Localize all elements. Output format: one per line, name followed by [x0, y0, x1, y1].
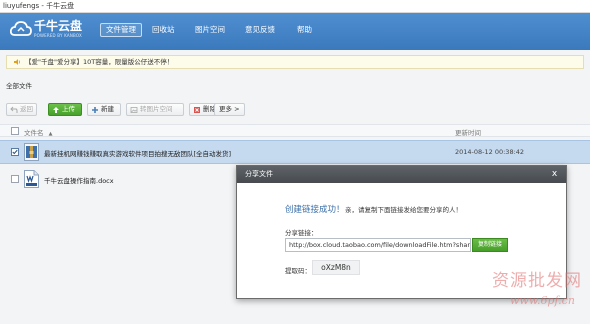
- extract-code-value[interactable]: oXzM8n: [312, 260, 360, 275]
- column-header-time[interactable]: 更新时间: [455, 127, 481, 137]
- upload-label: 上传: [62, 105, 75, 113]
- site-watermark: 资源批发网 www.6pf.cn: [492, 262, 588, 322]
- share-success-message: 创建链接成功！: [285, 205, 345, 215]
- column-header-name[interactable]: 文件名 ▲: [24, 127, 52, 137]
- return-button[interactable]: 返回: [6, 103, 37, 116]
- sort-asc-icon: ▲: [48, 131, 53, 137]
- more-label: 更多 >: [219, 105, 240, 113]
- docx-file-icon: [24, 170, 39, 188]
- return-label: 返回: [20, 105, 33, 113]
- share-link-field[interactable]: http://box.cloud.taobao.com/file/downloa…: [285, 238, 471, 252]
- watermark-url: www.6pf.cn: [510, 294, 575, 307]
- select-all-checkbox[interactable]: [11, 127, 19, 135]
- file-name[interactable]: 最新挂机网赚钱赚取真实游戏软件项目拍搜无敌团队[全自动发货]: [44, 148, 231, 158]
- checkmark-icon: [12, 149, 18, 155]
- plus-icon: [92, 107, 98, 113]
- nav-image-space[interactable]: 图片空间: [190, 23, 230, 37]
- brand-subtitle: POWERED BY KANBOX: [34, 33, 82, 38]
- new-label: 新建: [101, 105, 114, 113]
- row-checkbox[interactable]: [11, 175, 19, 183]
- file-name[interactable]: 千牛云盘操作指南.docx: [44, 175, 114, 185]
- notice-text: 【爱"千盘"爱分享】10T容量，限量版公仔送不停！: [25, 58, 174, 66]
- upload-button[interactable]: 上传: [48, 103, 82, 116]
- window-titlebar: liuyufengs - 千牛云盘: [0, 0, 590, 13]
- column-name-label: 文件名: [24, 129, 44, 137]
- copy-link-button[interactable]: 复制链接: [472, 238, 508, 252]
- breadcrumb[interactable]: 全部文件: [6, 80, 32, 90]
- cloud-logo-icon: [10, 21, 32, 36]
- window-title: liuyufengs - 千牛云盘: [3, 2, 75, 10]
- archive-file-icon: [24, 143, 39, 161]
- dialog-title-text: 分享文件: [245, 170, 273, 178]
- delete-icon: [194, 107, 200, 113]
- nav-recycle-bin[interactable]: 回收站: [147, 23, 180, 37]
- image-icon: [130, 107, 138, 113]
- file-table-header: 文件名 ▲ 更新时间: [0, 124, 590, 137]
- extract-code-label: 提取码：: [285, 267, 311, 275]
- close-icon[interactable]: x: [549, 169, 560, 180]
- nav-help[interactable]: 帮助: [292, 23, 317, 37]
- upload-icon: [53, 107, 59, 113]
- nav-file-manager[interactable]: 文件管理: [100, 23, 142, 37]
- to-image-space-label: 转图片空间: [140, 105, 173, 113]
- more-button[interactable]: 更多 >: [214, 103, 245, 116]
- app-header: 千牛云盘 POWERED BY KANBOX 文件管理 回收站 图片空间 意见反…: [0, 13, 590, 50]
- to-image-space-button[interactable]: 转图片空间: [126, 103, 184, 116]
- table-row[interactable]: 最新挂机网赚钱赚取真实游戏软件项目拍搜无敌团队[全自动发货] 2014-08-1…: [0, 140, 590, 164]
- dialog-title: 分享文件 x: [237, 166, 566, 183]
- share-link-label: 分享链接：: [285, 229, 318, 237]
- file-updated-time: 2014-08-12 00:38:42: [455, 148, 525, 156]
- nav-feedback[interactable]: 意见反馈: [240, 23, 280, 37]
- share-instruction: 亲，请复制下面链接发给您要分享的人！: [345, 206, 462, 214]
- speaker-icon: [14, 59, 20, 65]
- new-button[interactable]: 新建: [87, 103, 121, 116]
- watermark-text: 资源批发网: [492, 271, 582, 291]
- row-checkbox[interactable]: [11, 148, 19, 156]
- brand-name: 千牛云盘: [34, 19, 83, 33]
- brand-logo[interactable]: 千牛云盘 POWERED BY KANBOX: [10, 19, 90, 43]
- promo-notice[interactable]: 【爱"千盘"爱分享】10T容量，限量版公仔送不停！: [6, 55, 584, 69]
- return-icon: [10, 106, 18, 113]
